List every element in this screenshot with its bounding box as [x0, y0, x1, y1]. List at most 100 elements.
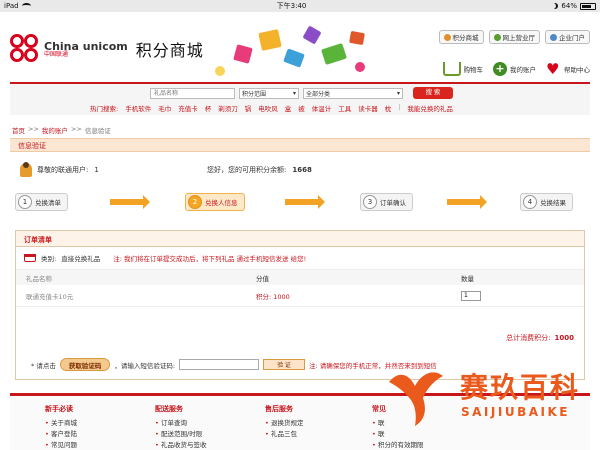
arrow-right-icon — [447, 195, 487, 209]
watermark-title: 赛玖百科 — [460, 371, 581, 404]
search-button[interactable]: 搜 索 — [413, 87, 453, 99]
gift-banner-art — [205, 25, 380, 82]
top-link-online-hall[interactable]: 网上营业厅 — [488, 30, 540, 44]
help-link[interactable]: ♥ 帮助中心 — [546, 60, 590, 78]
top-link-enterprise[interactable]: 企业门户 — [545, 30, 590, 44]
balance-info: 您好，您的可用积分余额: 1668 — [207, 166, 312, 174]
hot-item[interactable]: 工具 — [338, 103, 351, 113]
top-links: 积分商城 网上营业厅 企业门户 — [438, 30, 590, 44]
table-header: 礼品名称 分值 数量 — [16, 269, 584, 285]
footer-link[interactable]: 配送范围/时限 — [155, 429, 207, 440]
arrow-right-icon — [285, 195, 325, 209]
chevron-down-icon: ▾ — [396, 89, 400, 97]
sms-code-input[interactable] — [179, 359, 260, 370]
basket-icon — [24, 254, 36, 262]
section-header: 信息验证 — [10, 138, 590, 152]
heart-icon: ♥ — [546, 60, 560, 78]
hot-search-label: 热门搜索: — [90, 105, 119, 113]
step-1: 1 兑换清单 — [15, 193, 68, 211]
watermark: 赛玖百科 SAIJIUBAIKE — [385, 360, 597, 432]
status-time: 下午3:40 — [276, 2, 307, 10]
divider: | — [398, 103, 401, 111]
can-redeem-link[interactable]: 我能兑换的礼品 — [407, 103, 453, 113]
whale-tail-icon — [389, 372, 443, 426]
total-points: 总计消费积分: 1000 — [506, 334, 574, 342]
breadcrumb-home[interactable]: 首页 — [12, 125, 25, 135]
footer-col-delivery: 配送服务 订单查询 配送范围/时限 礼品收货与签收 — [155, 404, 207, 450]
footer-link[interactable]: 客户登陆 — [45, 429, 77, 440]
col-name: 礼品名称 — [26, 274, 52, 283]
hot-item[interactable]: 枕 — [385, 103, 392, 113]
top-link-mall[interactable]: 积分商城 — [438, 30, 484, 44]
user-avatar-icon — [20, 162, 32, 177]
footer-link[interactable]: 退换货规定 — [265, 418, 304, 429]
quantity-input[interactable] — [461, 290, 481, 301]
hot-item[interactable]: 读卡器 — [358, 103, 378, 113]
hot-item[interactable]: 杯 — [205, 103, 212, 113]
hot-item[interactable]: 盒 — [285, 103, 292, 113]
footer-link[interactable]: 常见问题 — [45, 440, 77, 450]
battery-icon — [579, 2, 596, 10]
hot-item[interactable]: 毛巾 — [158, 103, 171, 113]
site-header: China unicom 中国联通 积分商城 积分商城 网上营业厅 企业门户 购… — [0, 12, 600, 82]
hot-item[interactable]: 电吹风 — [258, 103, 278, 113]
footer-col-aftersale: 售后服务 退换货规定 礼品三包 — [265, 404, 304, 440]
table-row: 联通充值卡10元 积分: 1000 — [16, 285, 584, 307]
arrow-right-icon — [110, 195, 150, 209]
step-3: 3 订单确认 — [360, 193, 413, 211]
cart-link[interactable]: 购物车 — [442, 62, 483, 76]
order-title: 订单清单 — [16, 231, 584, 247]
breadcrumb-current: 信息验证 — [84, 127, 111, 135]
unicom-logo[interactable]: China unicom 中国联通 积分商城 — [10, 34, 204, 64]
account-link[interactable]: + 我的账户 — [493, 62, 536, 76]
mall-icon — [443, 33, 451, 41]
step-4: 4 兑换结果 — [520, 193, 573, 211]
order-note: 注: 我们将在订单提交成功后，将下列礼品 通过手机短信发送 给您! — [113, 255, 307, 263]
logo-chinese: 中国联通 — [44, 50, 69, 58]
hot-item[interactable]: 手机软件 — [125, 103, 151, 113]
hot-item[interactable]: 剃须刀 — [218, 103, 238, 113]
category-row: 类别: 直接兑换礼品 注: 我们将在订单提交成功后，将下列礼品 通过手机短信发送… — [16, 247, 584, 269]
hot-item[interactable]: 被 — [298, 103, 305, 113]
hot-item[interactable]: 锅 — [245, 103, 252, 113]
watermark-subtitle: SAIJIUBAIKE — [461, 405, 570, 419]
footer-link[interactable]: 礼品三包 — [265, 429, 304, 440]
footer-link[interactable]: 关于商城 — [45, 418, 77, 429]
breadcrumb-account[interactable]: 我的账户 — [42, 125, 68, 135]
status-bar: iPad 下午3:40 64% — [0, 0, 600, 12]
moon-icon — [552, 3, 558, 9]
sms-label: ，请输入短信验证码: — [114, 361, 176, 370]
device-label: iPad — [4, 2, 19, 10]
search-input[interactable] — [150, 87, 235, 99]
category-value: 直接兑换礼品 — [61, 255, 101, 263]
footer-link[interactable]: 积分的有效期限 — [372, 440, 424, 450]
chevron-down-icon: ▾ — [292, 89, 296, 97]
search-band: 积分范围 ▾ 全部分类 ▾ 搜 索 热门搜索: 手机软件 毛巾 充值卡 杯 剃须… — [10, 82, 590, 115]
footer-col-newbie: 新手必读 关于商城 客户登陆 常见问题 — [45, 404, 77, 450]
footer-link[interactable]: 礼品收货与签收 — [155, 440, 207, 450]
logo-english: China unicom — [44, 39, 128, 53]
item-name: 联通充值卡10元 — [26, 292, 74, 301]
battery-percent: 64% — [561, 2, 577, 10]
site-title: 积分商城 — [135, 41, 204, 60]
user-links: 购物车 + 我的账户 ♥ 帮助中心 — [442, 60, 590, 78]
section-title: 信息验证 — [18, 142, 46, 150]
hot-search-row: 热门搜索: 手机软件 毛巾 充值卡 杯 剃须刀 锅 电吹风 盒 被 体温计 工具… — [90, 103, 453, 113]
points-range-select[interactable]: 积分范围 ▾ — [239, 87, 299, 99]
progress-steps: 1 兑换清单 2 兑换人信息 3 订单确认 4 兑换结果 — [15, 193, 585, 213]
cart-icon — [442, 62, 461, 76]
footer-link[interactable]: 订单查询 — [155, 418, 207, 429]
verify-button[interactable]: 验 证 — [263, 359, 306, 370]
unicom-knot-icon — [10, 34, 40, 64]
step-2: 2 兑换人信息 — [185, 193, 245, 211]
total-value: 1000 — [554, 334, 574, 342]
balance-value: 1668 — [292, 166, 312, 174]
get-code-button[interactable]: 获取验证码 — [59, 358, 111, 371]
category-select[interactable]: 全部分类 ▾ — [303, 87, 403, 99]
col-qty: 数量 — [461, 274, 474, 283]
plus-icon: + — [493, 62, 507, 76]
user-label: 尊敬的联通用户: 1 — [37, 166, 99, 174]
item-points: 积分: 1000 — [256, 292, 290, 301]
hot-item[interactable]: 充值卡 — [178, 103, 198, 113]
hot-item[interactable]: 体温计 — [312, 103, 332, 113]
